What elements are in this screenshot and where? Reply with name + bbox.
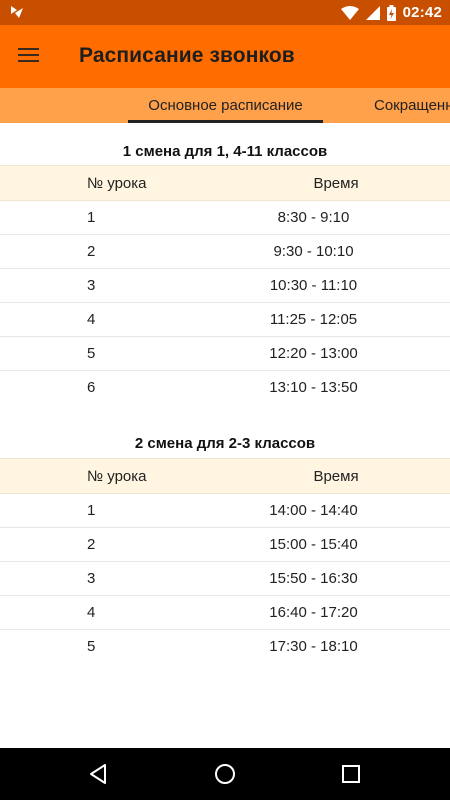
table-header: № урока Время: [0, 165, 450, 201]
lesson-number: 1: [87, 502, 96, 519]
table-row: 3 10:30 - 11:10: [0, 269, 450, 303]
status-bar: 02:42: [0, 0, 450, 25]
notification-app-icon: [11, 6, 23, 18]
table-row: 2 15:00 - 15:40: [0, 528, 450, 562]
tab-bar: Основное расписание Сокращенн: [0, 88, 450, 123]
tab-label: Сокращенн: [374, 97, 450, 114]
table-row: 4 16:40 - 17:20: [0, 596, 450, 630]
app-bar: Расписание звонков: [0, 25, 450, 88]
lesson-number: 1: [87, 209, 96, 226]
page-title: Расписание звонков: [79, 44, 295, 67]
lesson-time: 15:00 - 15:40: [269, 536, 358, 553]
column-header-lesson: № урока: [87, 468, 147, 485]
table-row: 1 8:30 - 9:10: [0, 201, 450, 235]
tab-shortened-schedule[interactable]: Сокращенн: [374, 88, 450, 123]
lesson-number: 4: [87, 604, 96, 621]
back-icon[interactable]: [87, 762, 111, 786]
section-title: 2 смена для 2-3 классов: [134, 435, 316, 452]
recents-icon[interactable]: [339, 762, 363, 786]
lesson-number: 5: [87, 638, 96, 655]
battery-charging-icon: [386, 4, 396, 21]
status-clock: 02:42: [402, 4, 442, 21]
table-row: 6 13:10 - 13:50: [0, 371, 450, 404]
lesson-time: 16:40 - 17:20: [269, 604, 358, 621]
lesson-number: 5: [87, 345, 96, 362]
column-header-time: Время: [313, 468, 359, 485]
lesson-time: 17:30 - 18:10: [269, 638, 358, 655]
column-header-time: Время: [313, 175, 359, 192]
lesson-number: 4: [87, 311, 96, 328]
table-row: 1 14:00 - 14:40: [0, 494, 450, 528]
system-navigation-bar: [0, 748, 450, 800]
lesson-time: 9:30 - 10:10: [273, 243, 354, 260]
lesson-time: 12:20 - 13:00: [269, 345, 358, 362]
table-row: 2 9:30 - 10:10: [0, 235, 450, 269]
signal-icon: [365, 5, 380, 20]
lesson-time: 14:00 - 14:40: [269, 502, 358, 519]
lesson-number: 3: [87, 570, 96, 587]
wifi-icon: [340, 5, 359, 20]
tab-main-schedule[interactable]: Основное расписание: [128, 88, 323, 123]
home-icon[interactable]: [213, 762, 237, 786]
lesson-time: 8:30 - 9:10: [277, 209, 350, 226]
lesson-number: 2: [87, 536, 96, 553]
table-row: 5 17:30 - 18:10: [0, 630, 450, 663]
lesson-time: 13:10 - 13:50: [269, 379, 358, 396]
lesson-number: 2: [87, 243, 96, 260]
lesson-time: 15:50 - 16:30: [269, 570, 358, 587]
table-body: 1 8:30 - 9:10 2 9:30 - 10:10 3 10:30 - 1…: [0, 201, 450, 404]
lesson-number: 3: [87, 277, 96, 294]
hamburger-menu-icon[interactable]: [17, 44, 43, 70]
tab-label: Основное расписание: [148, 97, 303, 114]
lesson-time: 11:25 - 12:05: [269, 311, 358, 328]
table-row: 4 11:25 - 12:05: [0, 303, 450, 337]
schedule-content: 1 смена для 1, 4-11 классов № урока Врем…: [0, 123, 450, 663]
lesson-time: 10:30 - 11:10: [269, 277, 358, 294]
column-header-lesson: № урока: [87, 175, 147, 192]
table-body: 1 14:00 - 14:40 2 15:00 - 15:40 3 15:50 …: [0, 494, 450, 663]
table-header: № урока Время: [0, 458, 450, 494]
section-title: 1 смена для 1, 4-11 классов: [122, 143, 328, 160]
lesson-number: 6: [87, 379, 96, 396]
table-row: 3 15:50 - 16:30: [0, 562, 450, 596]
table-row: 5 12:20 - 13:00: [0, 337, 450, 371]
